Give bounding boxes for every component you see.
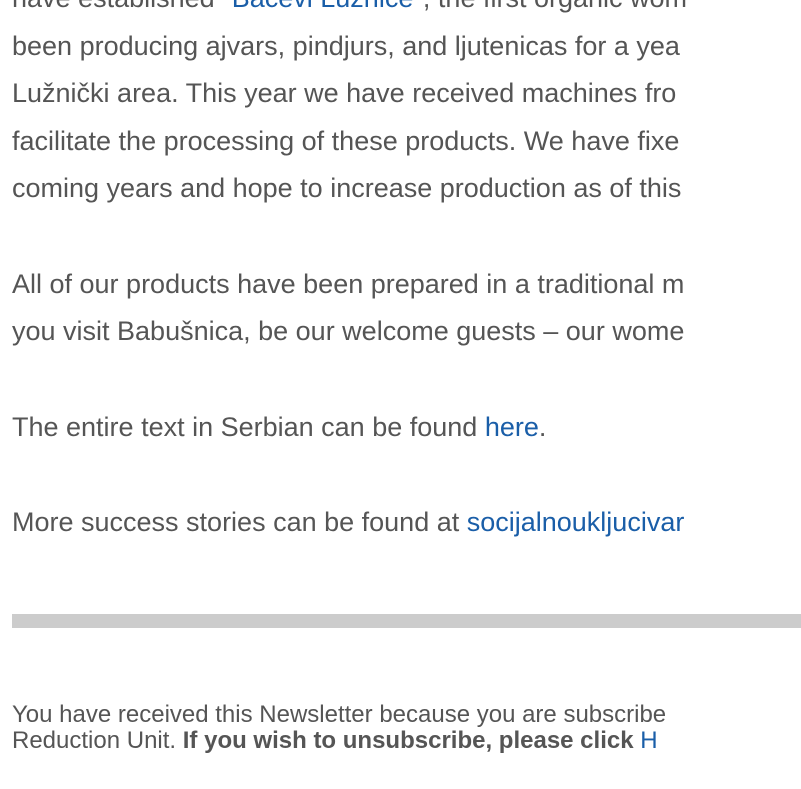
unsubscribe-notice: If you wish to unsubscribe, please click xyxy=(182,727,641,754)
footer-line: Reduction Unit. If you wish to unsubscri… xyxy=(12,728,801,754)
paragraph-line: The entire text in Serbian can be found … xyxy=(12,404,801,452)
text-fragment: ", the first organic wom xyxy=(413,0,687,13)
text-fragment: have established " xyxy=(12,0,232,13)
article-body: have established "Bačevi Lužnice", the f… xyxy=(12,0,801,547)
paragraph-success-stories: More success stories can be found at soc… xyxy=(12,499,801,547)
paragraph-traditional-products: All of our products have been prepared i… xyxy=(12,261,801,356)
paragraph-organic-cooperative: have established "Bačevi Lužnice", the f… xyxy=(12,0,801,213)
paragraph-line: coming years and hope to increase produc… xyxy=(12,173,682,203)
newsletter-viewport: have established "Bačevi Lužnice", the f… xyxy=(0,0,801,789)
paragraph-line: been producing ajvars, pindjurs, and lju… xyxy=(12,30,680,61)
unsubscribe-link[interactable]: H xyxy=(640,727,657,754)
success-stories-link[interactable]: socijalnoukljucivar xyxy=(467,507,685,537)
paragraph-line: Lužnički area. This year we have receive… xyxy=(12,78,677,108)
paragraph-line: More success stories can be found at soc… xyxy=(12,499,801,547)
section-divider xyxy=(12,614,801,628)
serbian-text-link[interactable]: here xyxy=(485,412,539,442)
cooperative-link[interactable]: Bačevi Lužnice xyxy=(232,0,414,13)
footer-line: You have received this Newsletter becaus… xyxy=(12,701,667,728)
paragraph-line: facilitate the processing of these produ… xyxy=(12,125,680,156)
paragraph-line: have established "Bačevi Lužnice", the f… xyxy=(12,0,801,23)
text-fragment: . xyxy=(538,411,547,442)
paragraph-line: All of our products have been prepared i… xyxy=(12,268,685,299)
newsletter-footer: You have received this Newsletter becaus… xyxy=(12,702,801,754)
paragraph-line: you visit Babušnica, be our welcome gues… xyxy=(12,316,685,346)
text-fragment: The entire text in Serbian can be found xyxy=(12,411,485,442)
paragraph-serbian-text: The entire text in Serbian can be found … xyxy=(12,404,801,452)
text-fragment: Reduction Unit. xyxy=(12,727,183,754)
text-fragment: More success stories can be found at xyxy=(12,507,467,537)
